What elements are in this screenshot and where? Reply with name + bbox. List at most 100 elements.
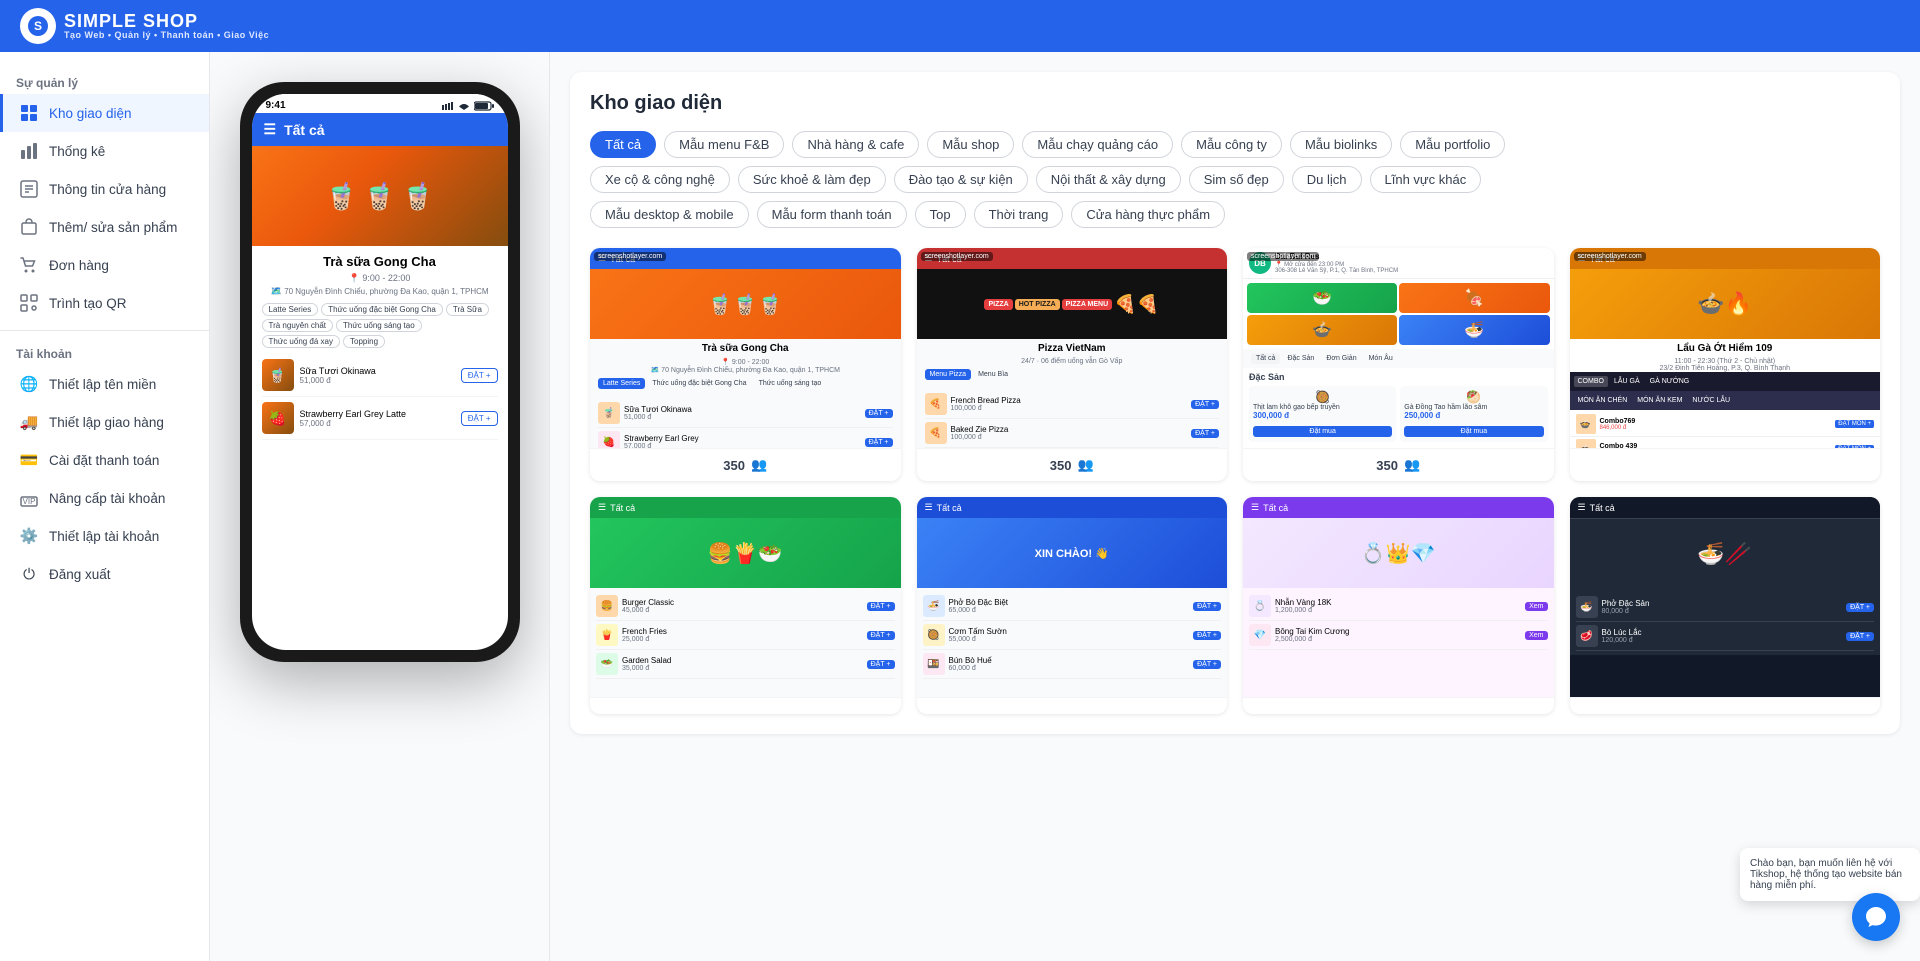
phone-order-btn-2[interactable]: ĐẶT + (461, 411, 498, 426)
sidebar-item-dang-xuat[interactable]: ⏻ Đăng xuất (0, 555, 209, 593)
sidebar-item-ten-mien[interactable]: 🌐 Thiết lập tên miền (0, 365, 209, 403)
filter-cong-ty[interactable]: Mẫu công ty (1181, 131, 1282, 158)
mock-combo-items: 🍲 Combo769 846,000 đ ĐẶT MÓN + (1570, 410, 1881, 448)
tag-tra-nguyen-chat[interactable]: Trà nguyên chất (262, 319, 334, 332)
mock-combo-1: 🍲 Combo769 846,000 đ ĐẶT MÓN + (1570, 412, 1881, 437)
san-pham-icon (19, 217, 39, 237)
sidebar-item-qr[interactable]: Trình tạo QR (0, 284, 209, 322)
phone-screen: 9:41 ☰ Tất cả (252, 94, 508, 650)
user-count-3: 350 (1376, 458, 1398, 473)
filter-tat-ca[interactable]: Tất cả (590, 131, 656, 158)
mock-screen-8: ☰Tất cả 🍜🥢 🍜Phở Đặc Sản80,000 đĐẶT + 🥩Bò… (1570, 497, 1881, 697)
template-card-dai-bui[interactable]: DB Dai Bui Res 📍 Mở cửa đến 23:00 PM 306… (1243, 248, 1554, 481)
product-name-1: Sữa Tươi Okinawa (300, 366, 376, 376)
mock-items-1: 🧋Sữa Tươi Okinawa51,000 đ ĐẶT + 🍓Strawbe… (590, 393, 901, 448)
mock-shop-name-2: Pizza VietNam (917, 339, 1228, 358)
filter-menu-fb[interactable]: Mẫu menu F&B (664, 131, 784, 158)
tag-da-xay[interactable]: Thức uống đá xay (262, 335, 341, 348)
sidebar-item-thong-ke[interactable]: Thống kê (0, 132, 209, 170)
filter-top[interactable]: Top (915, 201, 966, 228)
sidebar-item-san-pham[interactable]: Thêm/ sửa sản phẩm (0, 208, 209, 246)
template-preview-pizza: ☰ Tất cả PIZZA HOT PIZZA PIZZA MENU 🍕🍕 P… (917, 248, 1228, 448)
user-count-1: 350 (723, 458, 745, 473)
filter-tags-row3: Mẫu desktop & mobile Mẫu form thanh toán… (590, 201, 1880, 228)
mock-order-btn-3b[interactable]: Đặt mua (1404, 426, 1543, 437)
tag-topping[interactable]: Topping (343, 335, 385, 348)
filter-tags-row2: Xe cộ & công nghệ Sức khoẻ & làm đẹp Đào… (590, 166, 1880, 193)
template-footer-1: 350 👥 (590, 448, 901, 481)
mock-special-items: 🥘 Thịt lam khô gạo bếp truyền 300,000 đ … (1243, 386, 1554, 442)
mock-hero-4: 🍲🔥 (1570, 269, 1881, 339)
filter-linh-vuc-khac[interactable]: Lĩnh vực khác (1370, 166, 1482, 193)
mock-screen-3: DB Dai Bui Res 📍 Mở cửa đến 23:00 PM 306… (1243, 248, 1554, 448)
mock-screen-7: ☰Tất cả 💍👑💎 💍Nhẫn Vàng 18K1,200,000 đXem… (1243, 497, 1554, 697)
template-watermark-2: screenshotlayer.com (921, 252, 993, 261)
template-card-gong-cha[interactable]: ☰ Tất cả 🧋🧋🧋 Trà sữa Gong Cha 📍 9:00 - 2… (590, 248, 901, 481)
sidebar-item-thanh-toan[interactable]: 💳 Cài đặt thanh toán (0, 441, 209, 479)
user-count-2: 350 (1050, 458, 1072, 473)
tag-thuc-uong[interactable]: Thức uống đặc biệt Gong Cha (321, 303, 443, 316)
filter-thuc-pham[interactable]: Cửa hàng thực phẩm (1071, 201, 1225, 228)
template-footer-5 (590, 697, 901, 714)
mock-food-grid: 🥗 🍖 🍲 🍜 (1243, 279, 1554, 349)
sidebar-item-giao-hang[interactable]: 🚚 Thiết lập giao hàng (0, 403, 209, 441)
template-card-jewelry[interactable]: ☰Tất cả 💍👑💎 💍Nhẫn Vàng 18K1,200,000 đXem… (1243, 497, 1554, 714)
sidebar-item-kho-giao-dien[interactable]: Kho giao diện (0, 94, 209, 132)
app-header: S SIMPLE SHOP Tạo Web • Quản lý • Thanh … (0, 0, 1920, 52)
template-watermark-3: screenshotlayer.com (1247, 252, 1319, 261)
template-footer-3: 350 👥 (1243, 448, 1554, 481)
thanh-toan-icon: 💳 (19, 450, 39, 470)
filter-nha-hang[interactable]: Nhà hàng & cafe (792, 131, 919, 158)
filter-shop[interactable]: Mẫu shop (927, 131, 1014, 158)
filter-desktop-mobile[interactable]: Mẫu desktop & mobile (590, 201, 749, 228)
mock-res-addr2: 306-308 Lê Văn Sỹ, P.1, Q. Tân Bình, TPH… (1275, 268, 1398, 274)
phone-app-header: ☰ Tất cả (252, 113, 508, 146)
filter-sim-dep[interactable]: Sim số đẹp (1189, 166, 1284, 193)
sidebar-item-thong-tin[interactable]: Thông tin cửa hàng (0, 170, 209, 208)
filter-biolinks[interactable]: Mẫu biolinks (1290, 131, 1392, 158)
filter-form-thanh-toan[interactable]: Mẫu form thanh toán (757, 201, 907, 228)
template-preview-fastfood: ☰Tất cả 🍔🍟🥗 🍔Burger Classic45,000 đĐẶT +… (590, 497, 901, 697)
svg-text:VIP: VIP (23, 497, 36, 506)
template-watermark-1: screenshotlayer.com (594, 252, 666, 261)
sidebar-item-don-hang[interactable]: Đơn hàng (0, 246, 209, 284)
template-preview-lau-ga: ☰ Tất cả 🍲🔥 Lẩu Gà Ớt Hiểm 109 11:00 - 2… (1570, 248, 1881, 448)
template-users-2: 350 👥 (1050, 457, 1094, 473)
logo-main-text: SIMPLE SHOP (64, 12, 269, 30)
template-users-1: 350 👥 (723, 457, 767, 473)
sidebar-label-dang-xuat: Đăng xuất (49, 567, 111, 582)
tag-latte[interactable]: Latte Series (262, 303, 319, 316)
phone-hero: 🧋🧋🧋 (252, 146, 508, 246)
tag-tra-sua[interactable]: Trà Sữa (446, 303, 489, 316)
chat-bubble[interactable] (1852, 893, 1900, 941)
template-card-fastfood[interactable]: ☰Tất cả 🍔🍟🥗 🍔Burger Classic45,000 đĐẶT +… (590, 497, 901, 714)
mock-header-7: ☰Tất cả (1243, 497, 1554, 518)
filter-thoi-trang[interactable]: Thời trang (974, 201, 1064, 228)
filter-xe-cong-nghe[interactable]: Xe cộ & công nghệ (590, 166, 730, 193)
tag-sang-tao[interactable]: Thức uống sáng tạo (336, 319, 422, 332)
sidebar-item-cai-dat[interactable]: ⚙️ Thiết lập tài khoản (0, 517, 209, 555)
cai-dat-icon: ⚙️ (19, 526, 39, 546)
mock-hero-7: 💍👑💎 (1243, 518, 1554, 588)
filter-noi-that[interactable]: Nội thất & xây dựng (1036, 166, 1181, 193)
template-card-pizza[interactable]: ☰ Tất cả PIZZA HOT PIZZA PIZZA MENU 🍕🍕 P… (917, 248, 1228, 481)
filter-portfolio[interactable]: Mẫu portfolio (1400, 131, 1505, 158)
sidebar-label-qr: Trình tạo QR (49, 296, 127, 311)
filter-dao-tao[interactable]: Đào tạo & sự kiện (894, 166, 1028, 193)
filter-suc-khoe[interactable]: Sức khoẻ & làm đẹp (738, 166, 886, 193)
mock-items-5: 🍔Burger Classic45,000 đĐẶT + 🍟French Fri… (590, 588, 901, 683)
sidebar-item-nang-cap[interactable]: VIP Nâng cấp tài khoản (0, 479, 209, 517)
logo: S SIMPLE SHOP Tạo Web • Quản lý • Thanh … (20, 8, 269, 44)
phone-status-bar: 9:41 (252, 94, 508, 113)
template-card-lau-ga[interactable]: ☰ Tất cả 🍲🔥 Lẩu Gà Ớt Hiểm 109 11:00 - 2… (1570, 248, 1881, 481)
phone-order-btn-1[interactable]: ĐẶT + (461, 368, 498, 383)
filter-tags-row1: Tất cả Mẫu menu F&B Nhà hàng & cafe Mẫu … (590, 131, 1880, 158)
template-card-dinner[interactable]: ☰Tất cả 🍜🥢 🍜Phở Đặc Sản80,000 đĐẶT + 🥩Bò… (1570, 497, 1881, 714)
mock-shop-info-2: 24/7 · 06 điểm uống vẫn Gò Vấp (917, 358, 1228, 365)
template-card-welcome[interactable]: ☰Tất cả XIN CHÀO! 👋 🍜Phở Bò Đặc Biệt65,0… (917, 497, 1228, 714)
filter-du-lich[interactable]: Du lịch (1292, 166, 1362, 193)
mock-order-btn-3a[interactable]: Đặt mua (1253, 426, 1392, 437)
mock-items-2: 🍕French Bread Pizza100,000 đ ĐẶT + 🍕Bake… (917, 384, 1228, 448)
filter-quang-cao[interactable]: Mẫu chạy quảng cáo (1022, 131, 1173, 158)
sidebar-label-thong-ke: Thống kê (49, 144, 105, 159)
